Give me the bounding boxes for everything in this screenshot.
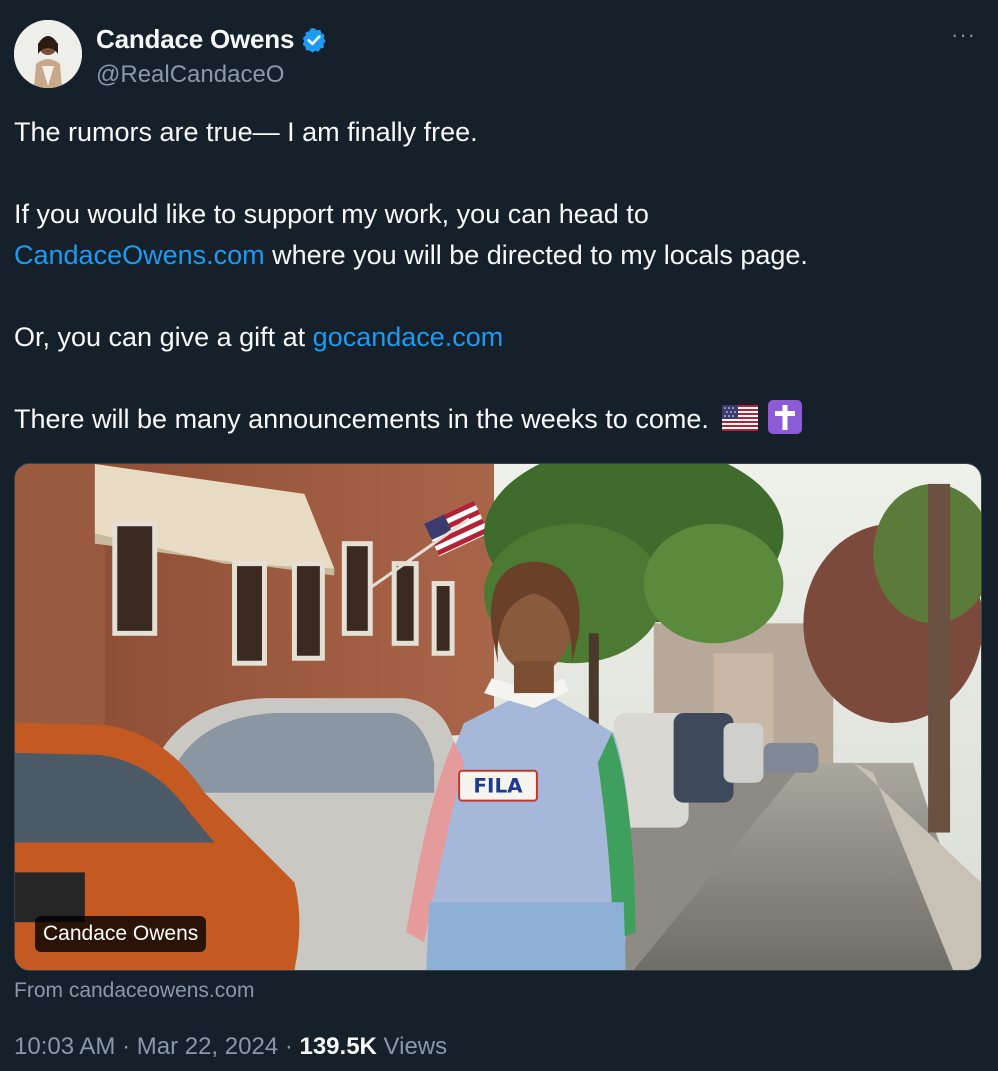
candaceowens-link[interactable]: CandaceOwens.com: [14, 240, 265, 270]
tweet-line-3: Or, you can give a gift at gocandace.com: [14, 317, 974, 358]
media-source-link[interactable]: From candaceowens.com: [14, 979, 254, 1003]
views-count[interactable]: 139.5K: [299, 1033, 376, 1060]
media-caption: Candace Owens: [35, 916, 207, 952]
verified-check-icon[interactable]: [300, 26, 328, 54]
meta-separator-2: ·: [278, 1033, 300, 1060]
views-label: Views: [376, 1033, 448, 1060]
more-horizontal-icon[interactable]: ···: [951, 22, 976, 48]
avatar-image: [14, 20, 82, 88]
tweet-line-4: There will be many announcements in the …: [14, 399, 974, 440]
tweet-meta: 10:03 AM · Mar 22, 2024 · 139.5K Views: [14, 1033, 447, 1061]
gocandace-link[interactable]: gocandace.com: [313, 322, 504, 352]
tweet-line-2: If you would like to support my work, yo…: [14, 194, 974, 276]
tweet-text: The rumors are true— I am finally free. …: [14, 112, 974, 440]
tweet-line-4-text: There will be many announcements in the …: [14, 404, 709, 434]
author-handle[interactable]: @RealCandaceO: [96, 61, 328, 89]
latin-cross-icon: [767, 400, 802, 434]
display-name[interactable]: Candace Owens: [96, 24, 294, 55]
author-block: Candace Owens @RealCandaceO: [96, 24, 328, 89]
avatar[interactable]: [14, 20, 82, 88]
us-flag-icon: [722, 402, 759, 431]
tweet-line-2-prefix: If you would like to support my work, yo…: [14, 199, 649, 229]
tweet-line-1: The rumors are true— I am finally free.: [14, 117, 478, 147]
tweet-line-3-prefix: Or, you can give a gift at: [14, 322, 313, 352]
tweet-time[interactable]: 10:03 AM: [14, 1033, 115, 1060]
street-photo: FILA: [15, 464, 981, 970]
meta-separator: ·: [115, 1033, 137, 1060]
display-name-row: Candace Owens: [96, 24, 328, 55]
media-card[interactable]: FILA Candace Owens: [14, 463, 982, 971]
tweet-date[interactable]: Mar 22, 2024: [137, 1033, 278, 1060]
tweet-line-2-suffix: where you will be directed to my locals …: [264, 240, 808, 270]
shirt-logo: FILA: [473, 775, 523, 798]
tweet-header: Candace Owens @RealCandaceO ···: [14, 20, 984, 92]
